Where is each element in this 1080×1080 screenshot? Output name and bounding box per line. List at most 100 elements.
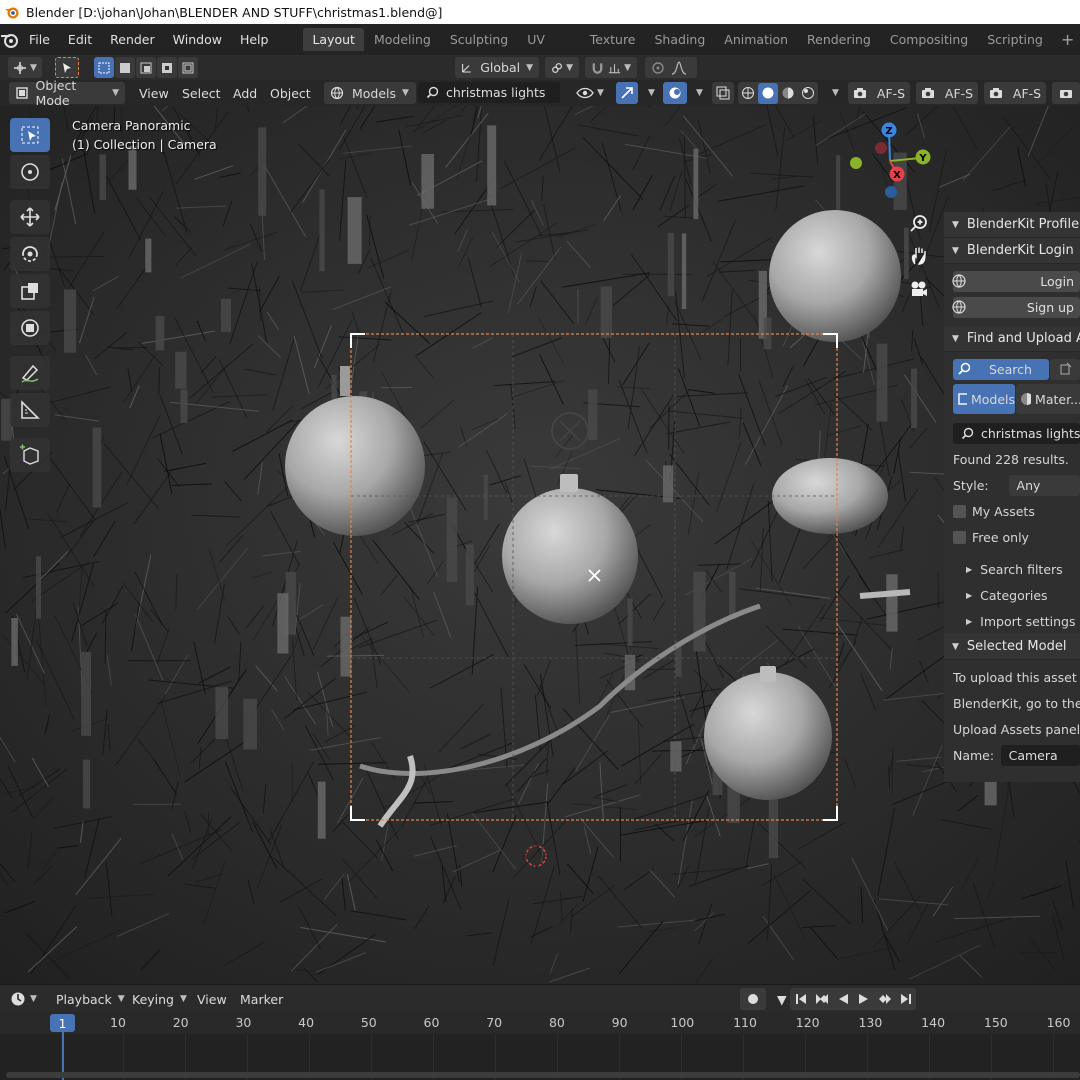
- jump-end-icon[interactable]: [895, 988, 916, 1010]
- navigation-gizmo[interactable]: Z Y X: [840, 116, 940, 216]
- free-only-checkbox-box[interactable]: [953, 530, 966, 544]
- measure-tool[interactable]: [10, 393, 50, 427]
- tab-uv-editing[interactable]: UV Editing: [518, 28, 580, 70]
- snap-dropdown[interactable]: ▼: [585, 57, 637, 78]
- name-field[interactable]: Camera: [1000, 744, 1080, 766]
- gizmo-toggle-button[interactable]: [616, 82, 638, 104]
- editor-type-dropdown[interactable]: ▼: [10, 988, 37, 1010]
- tab-shading[interactable]: Shading: [646, 28, 715, 51]
- menu-window[interactable]: Window: [164, 24, 231, 55]
- blenderkit-asset-type-dropdown[interactable]: Models ▼: [324, 82, 416, 104]
- menu-object[interactable]: Object: [270, 82, 311, 104]
- sidebar-search-input[interactable]: christmas lights: [953, 422, 1080, 444]
- current-frame-indicator[interactable]: 1: [50, 1014, 75, 1032]
- blenderkit-search-input[interactable]: christmas lights: [418, 82, 560, 103]
- panel-selected-model[interactable]: ▼ Selected Model: [944, 634, 1080, 660]
- zoom-icon[interactable]: [904, 206, 934, 239]
- play-reverse-icon[interactable]: [832, 988, 853, 1010]
- tab-rendering[interactable]: Rendering: [798, 28, 880, 51]
- menu-file[interactable]: File: [20, 24, 59, 55]
- menu-help[interactable]: Help: [231, 24, 278, 55]
- import-settings-subpanel[interactable]: ▶ Import settings: [944, 608, 1080, 634]
- menu-select[interactable]: Select: [182, 82, 221, 104]
- menu-add[interactable]: Add: [233, 82, 257, 104]
- selection-subtract-icon[interactable]: [136, 57, 156, 78]
- panel-find-upload[interactable]: ▼ Find and Upload As: [944, 326, 1080, 352]
- jump-start-icon[interactable]: [790, 988, 811, 1010]
- signup-button[interactable]: Sign up: [952, 296, 1080, 318]
- pivot-point-dropdown[interactable]: ▼: [545, 57, 579, 78]
- camera-button-partial[interactable]: [1052, 82, 1080, 104]
- xray-toggle-button[interactable]: [712, 82, 734, 104]
- selection-new-icon[interactable]: [94, 57, 114, 78]
- select-tool-button[interactable]: [55, 57, 79, 78]
- rendered-shading-icon[interactable]: [798, 82, 818, 104]
- materials-tab-button[interactable]: Mater...: [1016, 384, 1080, 414]
- rotate-tool[interactable]: [10, 237, 50, 271]
- tab-scripting[interactable]: Scripting: [978, 28, 1052, 51]
- af-s-button-1[interactable]: AF-S: [848, 82, 910, 104]
- proportional-editing-dropdown[interactable]: [645, 57, 697, 78]
- transform-orientation-dropdown[interactable]: Global ▼: [455, 57, 539, 78]
- keying-menu[interactable]: Keying ▼: [132, 988, 187, 1010]
- record-button[interactable]: [740, 988, 766, 1010]
- tab-layout[interactable]: Layout: [303, 28, 364, 51]
- free-only-checkbox[interactable]: Free only: [944, 524, 1080, 550]
- selection-invert-icon[interactable]: [157, 57, 177, 78]
- tab-animation[interactable]: Animation: [715, 28, 797, 51]
- tab-sculpting[interactable]: Sculpting: [441, 28, 517, 51]
- annotate-tool[interactable]: [10, 356, 50, 390]
- transform-pivot-dropdown[interactable]: ▼: [8, 57, 42, 78]
- object-mode-dropdown[interactable]: Object Mode ▼: [9, 78, 125, 108]
- add-workspace-button[interactable]: +: [1053, 30, 1080, 49]
- overlays-toggle-button[interactable]: [663, 82, 687, 104]
- categories-subpanel[interactable]: ▶ Categories: [944, 582, 1080, 608]
- menu-render[interactable]: Render: [101, 24, 164, 55]
- overlays-dropdown-caret[interactable]: ▼: [696, 82, 703, 104]
- my-assets-checkbox-box[interactable]: [953, 504, 966, 518]
- scale-tool[interactable]: [10, 274, 50, 308]
- panel-blenderkit-profile[interactable]: ▼ BlenderKit Profile: [944, 212, 1080, 238]
- search-filters-subpanel[interactable]: ▶ Search filters: [944, 556, 1080, 582]
- timeline-view-menu[interactable]: View: [197, 988, 227, 1010]
- timeline-body[interactable]: 1 10 20 30 40 50 60 70 80 90 100 110 120 130 140 150 16…: [0, 1012, 1080, 1080]
- hand-pan-icon[interactable]: [904, 239, 934, 272]
- panel-blenderkit-login[interactable]: ▼ BlenderKit Login: [944, 238, 1080, 264]
- marker-menu[interactable]: Marker: [240, 988, 283, 1010]
- tab-texture-paint[interactable]: Texture Paint: [581, 28, 645, 70]
- next-keyframe-icon[interactable]: [874, 988, 895, 1010]
- shading-dropdown-caret[interactable]: ▼: [832, 82, 839, 104]
- af-s-button-2[interactable]: AF-S: [916, 82, 978, 104]
- play-icon[interactable]: [853, 988, 874, 1010]
- select-box-tool[interactable]: [10, 118, 50, 152]
- 3d-viewport[interactable]: Camera Panoramic (1) Collection | Camera: [0, 106, 1080, 984]
- login-button[interactable]: Login: [952, 270, 1080, 292]
- camera-view-icon[interactable]: [904, 272, 934, 305]
- menu-edit[interactable]: Edit: [59, 24, 101, 55]
- tab-compositing[interactable]: Compositing: [881, 28, 977, 51]
- cursor-tool[interactable]: [10, 155, 50, 189]
- timeline-scrollbar[interactable]: [6, 1072, 1080, 1078]
- my-assets-checkbox[interactable]: My Assets: [944, 498, 1080, 524]
- af-s-button-3[interactable]: AF-S: [984, 82, 1046, 104]
- tab-modeling[interactable]: Modeling: [365, 28, 440, 51]
- selection-intersect-icon[interactable]: [178, 57, 198, 78]
- visibility-dropdown[interactable]: ▼: [576, 82, 612, 104]
- frame-ruler[interactable]: 1 10 20 30 40 50 60 70 80 90 100 110 120 130 140 150 16…: [0, 1012, 1080, 1034]
- record-dropdown-caret[interactable]: ▼: [777, 988, 787, 1010]
- models-tab-button[interactable]: Models: [953, 384, 1015, 414]
- prev-keyframe-icon[interactable]: [811, 988, 832, 1010]
- solid-shading-icon[interactable]: [758, 82, 778, 104]
- move-tool[interactable]: [10, 200, 50, 234]
- transform-tool[interactable]: [10, 311, 50, 345]
- menu-view[interactable]: View: [139, 82, 169, 104]
- gizmo-dropdown-caret[interactable]: ▼: [648, 82, 655, 104]
- blender-logo-icon[interactable]: [0, 24, 20, 55]
- search-tab-button[interactable]: Search: [953, 358, 1049, 380]
- playback-menu[interactable]: Playback ▼: [56, 988, 125, 1010]
- selection-extend-icon[interactable]: [115, 57, 135, 78]
- material-shading-icon[interactable]: [778, 82, 798, 104]
- add-cube-tool[interactable]: [10, 438, 50, 472]
- style-dropdown[interactable]: Any: [1008, 474, 1080, 496]
- wireframe-shading-icon[interactable]: [738, 82, 758, 104]
